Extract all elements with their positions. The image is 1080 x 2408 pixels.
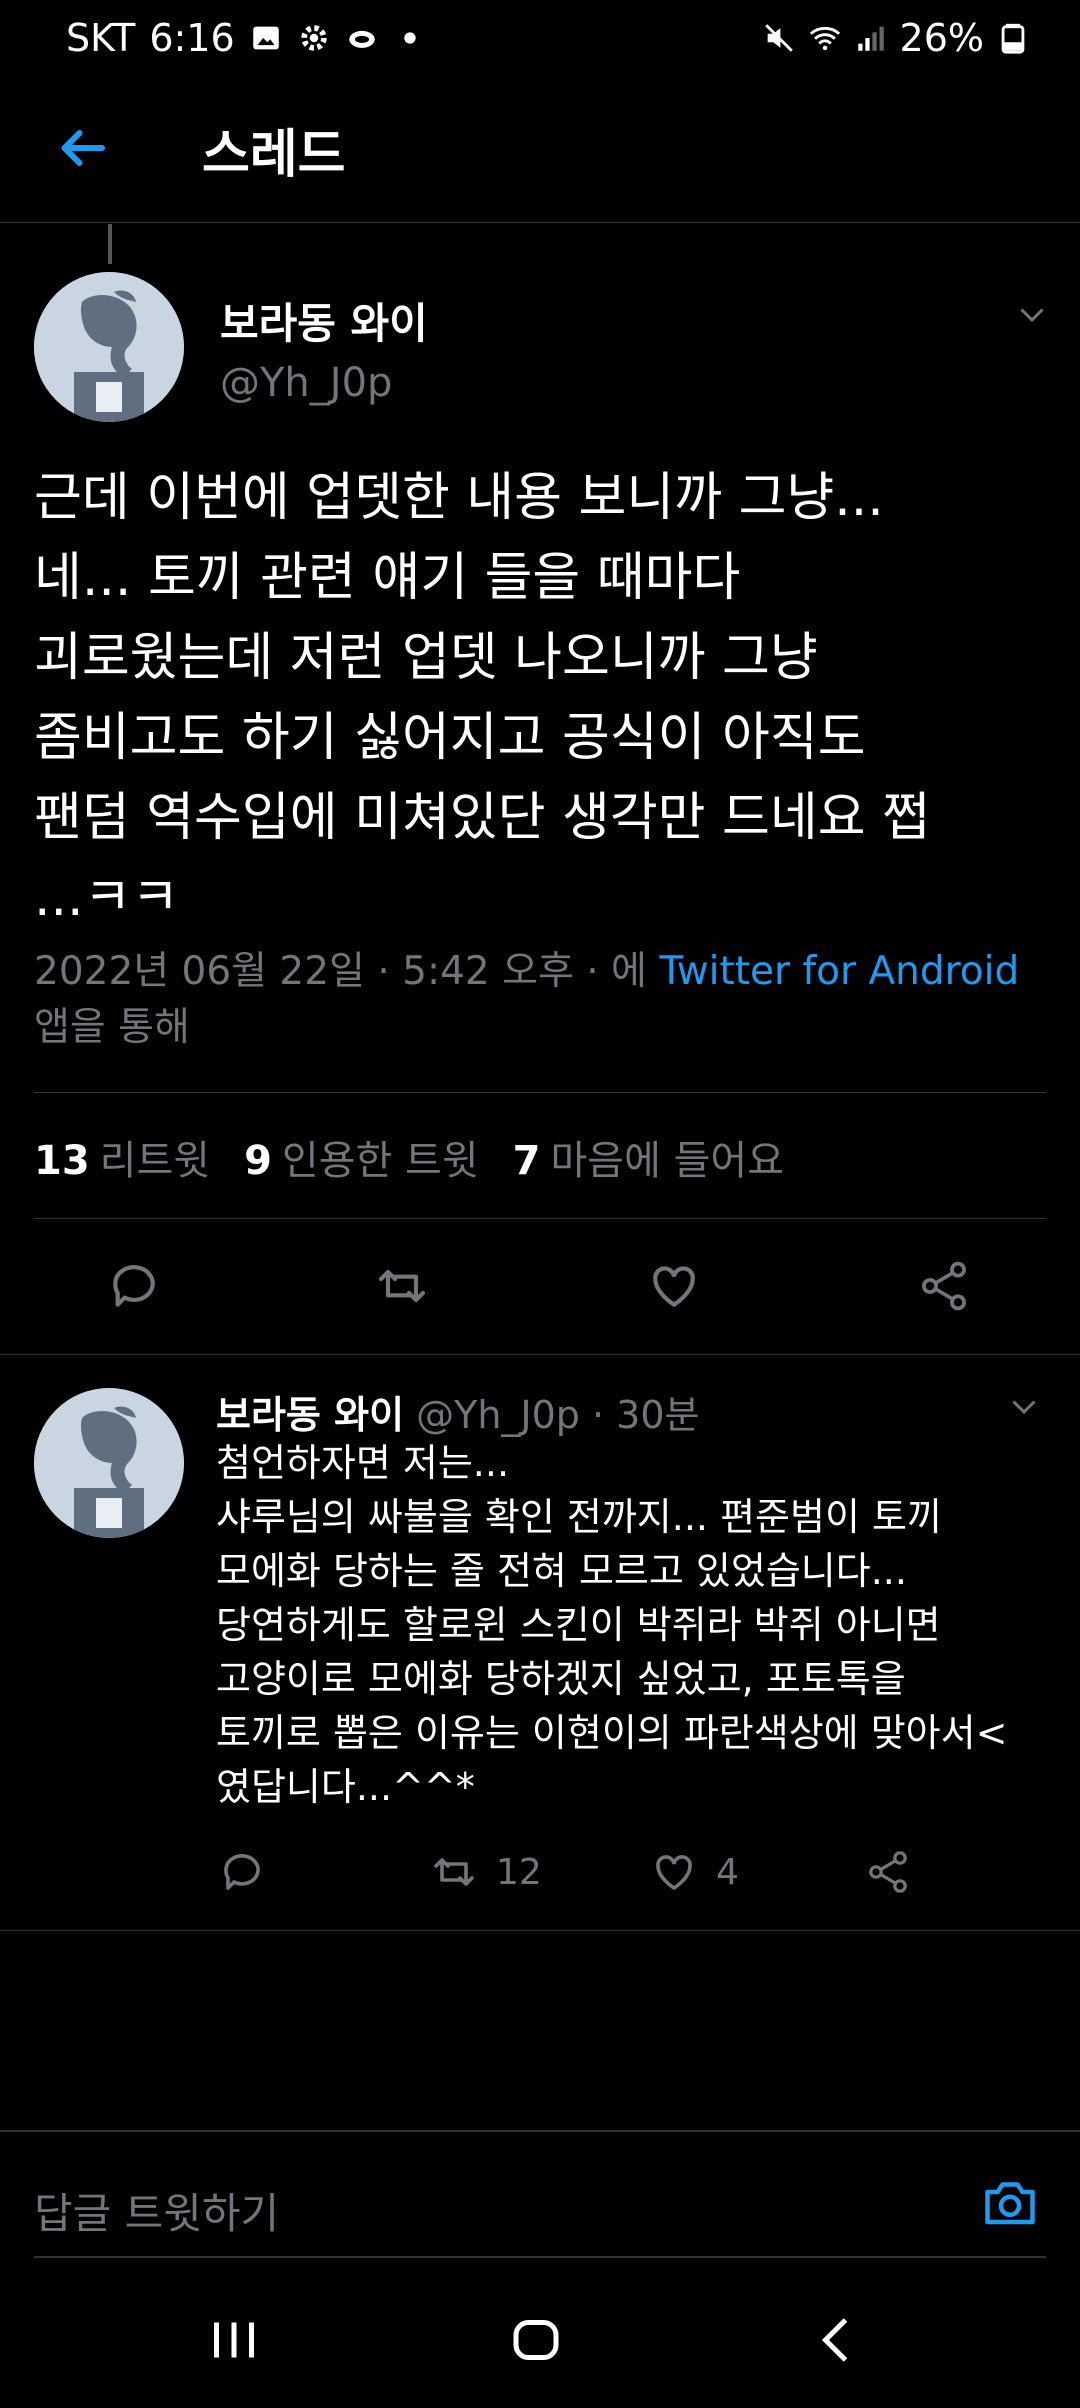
chevron-down-icon[interactable] <box>1006 1388 1042 1424</box>
reply-composer-input[interactable]: 답글 트윗하기 <box>34 2180 279 2241</box>
gear-icon <box>300 25 327 51</box>
back-arrow-icon[interactable] <box>52 118 112 178</box>
signal-icon <box>857 26 884 51</box>
reply-retweet-action[interactable]: 12 <box>430 1848 542 1896</box>
camera-icon[interactable] <box>980 2172 1040 2232</box>
divider <box>0 1930 1080 1931</box>
battery-icon <box>1001 23 1025 54</box>
share-icon <box>869 1851 907 1893</box>
avatar-image <box>34 272 184 422</box>
heart-icon[interactable] <box>646 1258 702 1314</box>
clock: 6:16 <box>149 16 235 60</box>
reply-retweet-count: 12 <box>496 1851 542 1893</box>
status-right: 26% <box>762 16 1030 60</box>
tweet-meta: 2022년 06월 22일 · 5:42 오후 · 에 Twitter for … <box>34 944 1044 1056</box>
status-bar: SKT 6:16 26% <box>0 0 1080 78</box>
tweet-timestamp: 2022년 06월 22일 · 5:42 오후 · 에 <box>34 949 660 994</box>
quote-stat[interactable]: 9 인용한 트윗 <box>244 1128 479 1186</box>
avatar[interactable] <box>34 272 184 422</box>
reply-reply-action[interactable] <box>218 1848 266 1896</box>
reply-header: 보라동 와이 @Yh_J0p · 30분 <box>216 1384 699 1439</box>
thread-header <box>0 78 1080 223</box>
reply-text: 첨언하자면 저는... 샤루님의 싸불을 확인 전까지... 편준범이 토끼 모… <box>216 1441 1008 1809</box>
status-left: SKT 6:16 <box>66 16 427 60</box>
retweet-icon[interactable] <box>374 1258 430 1314</box>
mute-icon <box>764 24 793 52</box>
quote-label: 인용한 트윗 <box>281 1138 479 1184</box>
tweet-text: 근데 이번에 업뎃한 내용 보니까 그냥... 네... 토끼 관련 얘기 들을… <box>34 468 930 928</box>
composer-underline <box>34 2256 1046 2258</box>
thread-connector-line <box>108 224 112 264</box>
retweet-icon <box>434 1858 474 1886</box>
tweet-stats: 13 리트윗 9 인용한 트윗 7 마음에 들어요 <box>34 1128 784 1186</box>
image-icon <box>252 26 279 50</box>
cloud-icon <box>348 30 375 48</box>
recent-apps-icon[interactable] <box>204 2310 264 2370</box>
retweet-count: 13 <box>34 1138 90 1184</box>
dot-icon <box>403 32 416 44</box>
tweet-source-link[interactable]: Twitter for Android <box>659 949 1019 994</box>
home-icon[interactable] <box>506 2310 566 2370</box>
like-count: 7 <box>512 1138 541 1184</box>
wifi-icon <box>809 26 840 51</box>
reply-handle-time[interactable]: @Yh_J0p · 30분 <box>416 1393 699 1437</box>
composer-border <box>0 2130 1080 2132</box>
tweet-author-handle[interactable]: @Yh_J0p <box>220 360 392 406</box>
reply-avatar[interactable] <box>34 1388 184 1538</box>
like-label: 마음에 들어요 <box>550 1138 784 1184</box>
divider <box>0 1354 1080 1355</box>
carrier-label: SKT <box>66 16 136 60</box>
reply-share-action[interactable] <box>864 1848 912 1896</box>
heart-icon <box>656 1855 692 1891</box>
retweet-label: 리트윗 <box>99 1138 211 1184</box>
retweet-stat[interactable]: 13 리트윗 <box>34 1128 210 1186</box>
quote-count: 9 <box>244 1138 272 1184</box>
avatar-image <box>34 1388 184 1538</box>
share-icon[interactable] <box>916 1258 972 1314</box>
reply-icon[interactable] <box>106 1258 162 1314</box>
like-stat[interactable]: 7 마음에 들어요 <box>513 1128 784 1186</box>
divider <box>34 1218 1046 1219</box>
divider <box>34 1092 1046 1093</box>
battery-percent: 26% <box>899 16 984 60</box>
tweet-via: 앱을 통해 <box>34 1005 190 1050</box>
tweet-author-name[interactable]: 보라동 와이 <box>220 290 428 351</box>
page-title: 스레드 <box>202 125 346 185</box>
reply-like-count: 4 <box>716 1851 739 1893</box>
chevron-down-icon[interactable] <box>1014 296 1050 332</box>
back-icon[interactable] <box>808 2310 868 2370</box>
reply-like-action[interactable]: 4 <box>650 1848 739 1896</box>
reply-author-name[interactable]: 보라동 와이 <box>216 1393 404 1437</box>
reply-icon <box>224 1854 260 1890</box>
